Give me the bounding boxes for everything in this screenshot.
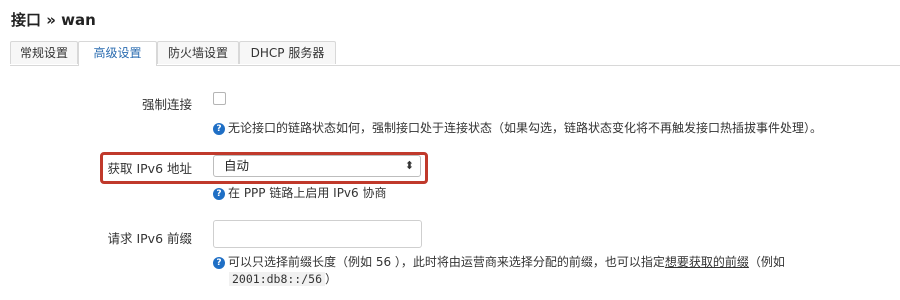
tab-firewall[interactable]: 防火墙设置: [157, 41, 239, 64]
page-title: 接口 » wan: [11, 11, 96, 29]
ipv6-prefix-help: ? 可以只选择前缀长度（例如 56 ），此时将由运营商来选择分配的前缀，也可以指定…: [213, 253, 785, 270]
help-icon: ?: [213, 188, 225, 200]
ipv6-prefix-help-line2: 2001:db8::/56）: [229, 270, 337, 287]
force-link-help-text: 无论接口的链路状态如何，强制接口处于连接状态（如果勾选，链路状态变化将不再触发接…: [228, 121, 823, 135]
tab-dhcp-server[interactable]: DHCP 服务器: [239, 41, 336, 64]
ipv6-prefix-help-link[interactable]: 想要获取的前缀: [665, 255, 749, 269]
force-link-label: 强制连接: [141, 97, 192, 112]
force-link-help: ? 无论接口的链路状态如何，强制接口处于连接状态（如果勾选，链路状态变化将不再触发…: [213, 119, 822, 136]
ipv6-address-help: ? 在 PPP 链路上启用 IPv6 协商: [213, 184, 386, 201]
ipv6-address-label: 获取 IPv6 地址: [107, 161, 192, 176]
ipv6-prefix-help-text-c: ）: [325, 272, 338, 286]
tab-bar: 常规设置 高级设置 防火墙设置 DHCP 服务器: [10, 41, 900, 66]
tab-general[interactable]: 常规设置: [10, 41, 78, 64]
ipv6-address-help-text: 在 PPP 链路上启用 IPv6 协商: [228, 186, 387, 200]
ipv6-prefix-input[interactable]: [213, 220, 422, 248]
help-icon: ?: [213, 257, 225, 269]
updown-chevron-icon: ⬍: [404, 159, 414, 172]
ipv6-prefix-help-text-a: 可以只选择前缀长度（例如 56 ），此时将由运营商来选择分配的前缀，也可以指定: [228, 255, 665, 269]
ipv6-address-select[interactable]: 自动 ⬍: [213, 155, 421, 177]
force-link-checkbox[interactable]: [213, 92, 226, 105]
ipv6-prefix-example-code: 2001:db8::/56: [229, 272, 326, 286]
ipv6-prefix-label: 请求 IPv6 前缀: [107, 231, 192, 246]
help-icon: ?: [213, 123, 225, 135]
ipv6-address-value: 自动: [224, 158, 250, 173]
tab-advanced[interactable]: 高级设置: [78, 41, 157, 66]
ipv6-prefix-help-text-b: （例如: [748, 255, 785, 269]
